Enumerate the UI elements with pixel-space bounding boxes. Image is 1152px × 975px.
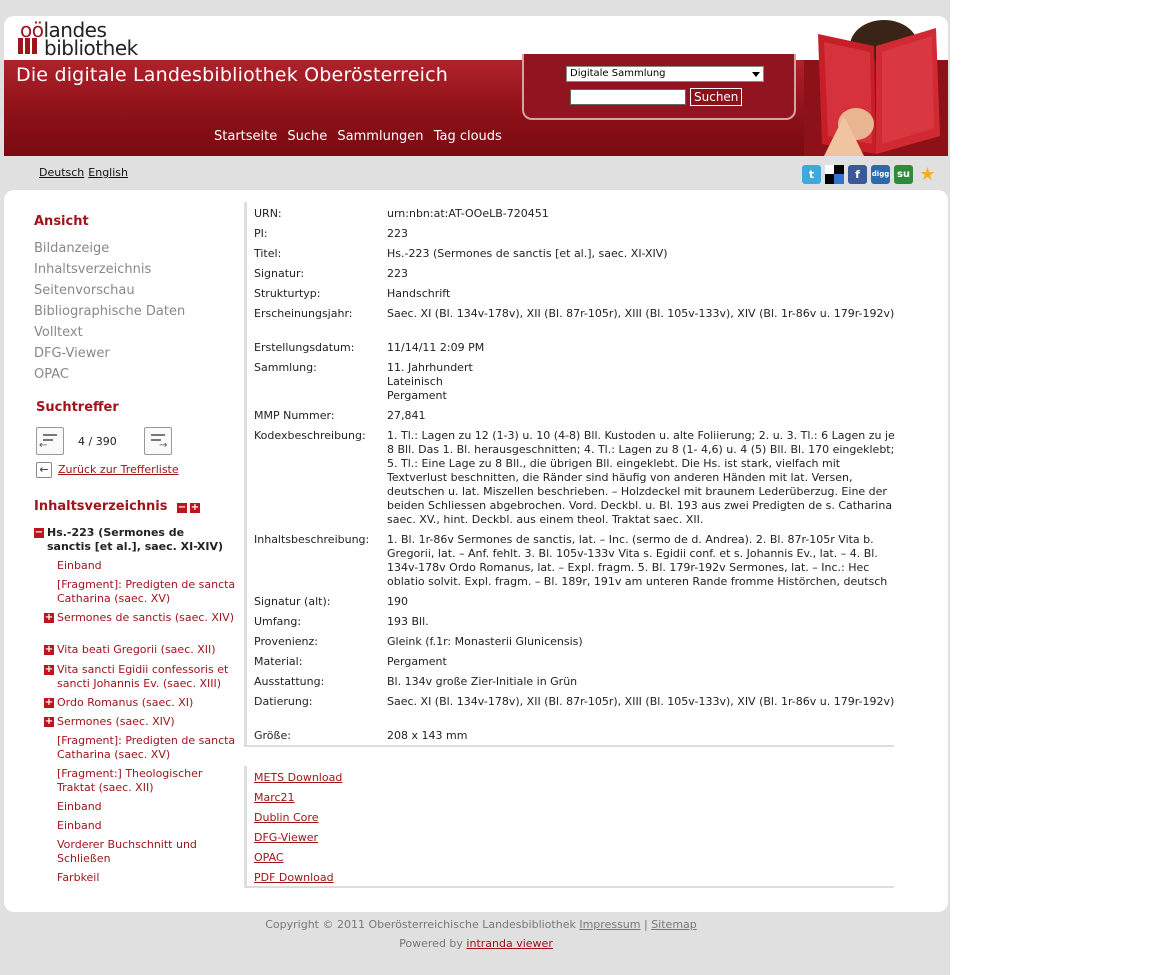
view-bildanzeige[interactable]: Bildanzeige [34, 241, 109, 256]
dublin-core-link[interactable]: Dublin Core [254, 811, 318, 824]
view-heading: Ansicht [34, 214, 89, 229]
download-links: METS Download Marc21 Dublin Core DFG-Vie… [244, 766, 894, 888]
expand-icon[interactable]: + [44, 698, 54, 708]
footer-copyright: Copyright © 2011 Oberösterreichische Lan… [265, 918, 697, 931]
delicious-icon[interactable] [825, 165, 844, 184]
twitter-icon[interactable]: t [802, 165, 821, 184]
content-panel: Ansicht Bildanzeige Inhaltsverzeichnis S… [4, 190, 948, 912]
lang-deutsch[interactable]: Deutsch [39, 166, 84, 179]
metadata-divider [244, 745, 894, 747]
opac-link[interactable]: OPAC [254, 851, 284, 864]
logo-bars-icon [18, 38, 38, 54]
intranda-link[interactable]: intranda viewer [466, 937, 552, 950]
next-hit-icon[interactable]: → [144, 427, 172, 455]
search-box: Digitale Sammlung Suchen [522, 54, 796, 120]
previous-hit-icon[interactable]: ← [36, 427, 64, 455]
marc21-link[interactable]: Marc21 [254, 791, 295, 804]
nav-tag-clouds[interactable]: Tag clouds [434, 129, 502, 144]
facebook-icon[interactable]: f [848, 165, 867, 184]
search-button[interactable]: Suchen [690, 88, 743, 106]
favorite-star-icon[interactable]: ★ [918, 165, 937, 184]
collection-select[interactable]: Digitale Sammlung [566, 66, 764, 82]
digg-icon[interactable]: digg [871, 165, 890, 184]
view-bibliographische-daten[interactable]: Bibliographische Daten [34, 304, 185, 319]
impressum-link[interactable]: Impressum [579, 918, 640, 931]
toc-item[interactable]: Einband [57, 800, 237, 814]
expand-all-icon[interactable]: + [190, 503, 200, 513]
reader-with-book-image [804, 16, 948, 156]
lang-english[interactable]: English [88, 166, 128, 179]
footer-powered: Powered by intranda viewer [399, 937, 553, 950]
arrow-left-icon: ← [36, 462, 52, 478]
nav-sammlungen[interactable]: Sammlungen [337, 129, 423, 144]
toc-item[interactable]: Vita sancti Egidii confessoris et sancti… [57, 663, 237, 691]
view-opac[interactable]: OPAC [34, 367, 69, 382]
expand-icon[interactable]: + [44, 645, 54, 655]
expand-icon[interactable]: + [44, 717, 54, 727]
banner-title: Die digitale Landesbibliothek Oberösterr… [16, 64, 449, 86]
toc-item[interactable]: Sermones de sanctis (saec. XIV) [57, 611, 237, 625]
toc-item[interactable]: Vita beati Gregorii (saec. XII) [57, 643, 237, 657]
metadata-table: URN: urn:nbn:at:AT-OOeLB-720451 PI: 223 Ti… [244, 202, 895, 745]
mets-download-link[interactable]: METS Download [254, 771, 342, 784]
toc-heading: Inhaltsverzeichnis [34, 499, 168, 514]
site-header: oölandes bibliothek Die digitale Landesb… [4, 16, 948, 156]
collapse-icon[interactable]: − [34, 528, 44, 538]
expand-icon[interactable]: + [44, 613, 54, 623]
view-inhaltsverzeichnis[interactable]: Inhaltsverzeichnis [34, 262, 151, 277]
collapse-all-icon[interactable]: − [177, 503, 187, 513]
toc-item[interactable]: [Fragment]: Predigten de sancta Catharin… [57, 578, 237, 606]
view-dfg-viewer[interactable]: DFG-Viewer [34, 346, 110, 361]
toc-item[interactable]: [Fragment]: Predigten de sancta Catharin… [57, 734, 237, 762]
toc-item[interactable]: Sermones (saec. XIV) [57, 715, 237, 729]
sitemap-link[interactable]: Sitemap [651, 918, 697, 931]
pdf-download-link[interactable]: PDF Download [254, 871, 334, 884]
hit-pager: ← 4 / 390 → [34, 427, 174, 457]
toc-root[interactable]: Hs.-223 (Sermones de sanctis [et al.], s… [47, 526, 227, 554]
view-seitenvorschau[interactable]: Seitenvorschau [34, 283, 135, 298]
dfg-viewer-link[interactable]: DFG-Viewer [254, 831, 318, 844]
nav-startseite[interactable]: Startseite [214, 129, 277, 144]
toc-item[interactable]: Vorderer Buchschnitt und Schließen [57, 838, 237, 866]
logo-text-line2: bibliothek [44, 36, 138, 60]
toc-item[interactable]: Ordo Romanus (saec. XI) [57, 696, 237, 710]
toc-item[interactable]: [Fragment:] Theologischer Traktat (saec.… [57, 767, 237, 795]
library-logo[interactable]: oölandes bibliothek [18, 18, 218, 60]
toc-item[interactable]: Farbkeil [57, 871, 237, 885]
main-nav: Startseite Suche Sammlungen Tag clouds [214, 129, 508, 144]
nav-suche[interactable]: Suche [287, 129, 327, 144]
toc-item[interactable]: Einband [57, 819, 237, 833]
chevron-down-icon [752, 72, 760, 77]
hit-position: 4 / 390 [78, 435, 117, 448]
hits-heading: Suchtreffer [36, 400, 119, 415]
expand-icon[interactable]: + [44, 665, 54, 675]
toc-item[interactable]: Einband [57, 559, 237, 573]
language-switcher: Deutsch English [39, 166, 132, 179]
view-volltext[interactable]: Volltext [34, 325, 83, 340]
stumbleupon-icon[interactable]: su [894, 165, 913, 184]
search-input[interactable] [570, 89, 686, 105]
back-link[interactable]: Zurück zur Trefferliste [58, 463, 179, 476]
